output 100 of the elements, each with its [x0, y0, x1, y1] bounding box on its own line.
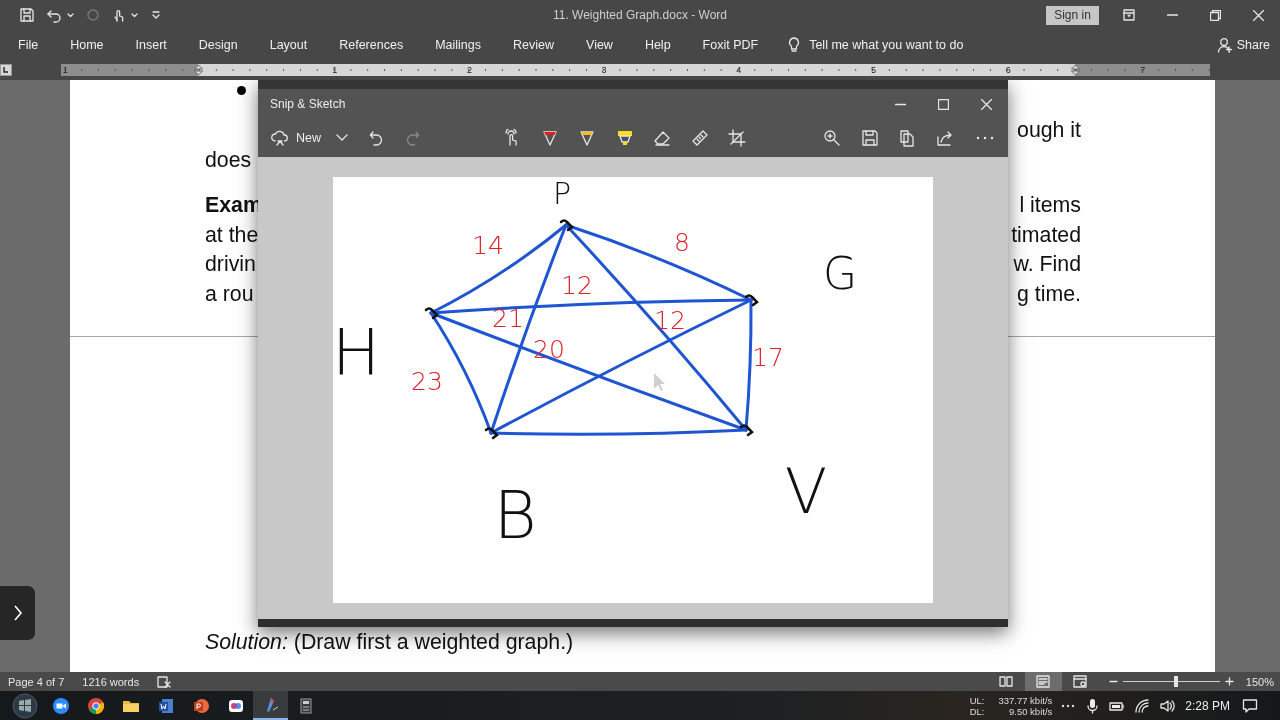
ruler-number: 1: [332, 65, 338, 75]
ribbon-tab[interactable]: Review: [497, 30, 570, 60]
ribbon-tab[interactable]: Design: [182, 30, 254, 60]
page-icon: [1035, 674, 1052, 689]
edge-weight: 17: [752, 342, 784, 372]
edge-weight: 8: [674, 227, 690, 257]
crop-icon[interactable]: [728, 129, 746, 147]
plus-icon[interactable]: [1224, 677, 1234, 686]
lightbulb-icon: [788, 37, 801, 53]
ruler-number: 5: [870, 65, 876, 75]
network-label: UL:: [969, 694, 985, 706]
body-text: a rou: [205, 280, 254, 308]
ribbon-tab[interactable]: Layout: [253, 30, 324, 60]
margin-marker-icon[interactable]: [193, 64, 203, 76]
edge-weight: 12: [654, 305, 686, 335]
new-snip-button[interactable]: New: [271, 129, 329, 147]
ribbon-display-icon[interactable]: [1123, 9, 1135, 21]
video-call-icon: [51, 696, 70, 715]
close-icon[interactable]: [1253, 9, 1264, 21]
edge-weight: 12: [561, 270, 593, 300]
close-icon[interactable]: [981, 98, 992, 110]
vertex-mark: [484, 427, 499, 440]
solution-text: Solution: (Draw first a weighted graph.): [205, 629, 574, 655]
wifi-icon[interactable]: [1134, 697, 1151, 714]
ruler-number: 2: [466, 65, 472, 75]
circle-logo-icon: [86, 696, 105, 715]
edge-weight: 14: [472, 230, 504, 260]
ribbon-tab[interactable]: Home: [54, 30, 120, 60]
bullet-icon: [237, 85, 246, 95]
ribbon-tab[interactable]: Insert: [119, 30, 183, 60]
vertex-mark: [739, 424, 754, 437]
network-label: DL:: [969, 705, 985, 717]
eraser-icon[interactable]: [653, 129, 671, 147]
save-icon[interactable]: [861, 129, 879, 147]
share-icon[interactable]: [936, 129, 954, 147]
print-layout-button[interactable]: [1024, 672, 1062, 691]
person-icon: [1216, 37, 1233, 53]
notification-icon[interactable]: [1242, 697, 1258, 714]
vertex-label: H: [333, 316, 381, 390]
undo-icon[interactable]: [369, 129, 383, 147]
presentation-app-icon: [191, 696, 210, 715]
copy-icon[interactable]: [898, 129, 916, 147]
maximize-icon[interactable]: [938, 98, 949, 110]
body-text: g time.: [1017, 280, 1081, 308]
ribbon-tab[interactable]: Foxit PDF: [686, 30, 775, 60]
restore-icon[interactable]: [1210, 9, 1221, 21]
save-icon[interactable]: [19, 7, 35, 23]
edge-weight: 21: [492, 303, 524, 333]
body-text: l items: [1019, 192, 1081, 220]
network-speed: 9.50 kbit/s: [1008, 705, 1053, 717]
body-text: at the: [205, 221, 259, 249]
body-text: drivin: [205, 251, 256, 279]
tell-me-search[interactable]: Tell me what you want to do: [788, 37, 964, 53]
pointer-icon: [654, 373, 665, 391]
ribbon-tab[interactable]: View: [570, 30, 629, 60]
zoom-in-icon[interactable]: [823, 129, 841, 147]
body-text: timated: [1011, 221, 1081, 249]
zoom-level[interactable]: 150%: [1245, 675, 1274, 688]
chevron-icon: [12, 604, 23, 622]
ruler-icon[interactable]: [690, 129, 709, 147]
clock[interactable]: 2:28 PM: [1185, 698, 1230, 713]
ribbon-tab[interactable]: Help: [628, 30, 687, 60]
highlighter-icon[interactable]: [615, 129, 634, 147]
vertex-label: B: [493, 476, 537, 554]
tab-stop-selector-icon[interactable]: [0, 64, 12, 76]
body-text: does: [205, 146, 252, 174]
book-icon: [998, 674, 1015, 689]
snip-icon: [271, 129, 289, 147]
word-count[interactable]: 1216 words: [82, 675, 140, 688]
ribbon-tab[interactable]: References: [323, 30, 420, 60]
web-page-icon: [1072, 674, 1089, 689]
vertex-mark: [559, 219, 574, 232]
body-text: w. Find: [1013, 251, 1081, 279]
margin-marker-icon[interactable]: [1070, 64, 1080, 76]
vertex-label: V: [784, 454, 828, 528]
sign-in-button[interactable]: Sign in: [1046, 5, 1099, 25]
vertex-label: P: [552, 177, 572, 211]
vertex-mark: [424, 307, 439, 320]
body-text: ough it: [1017, 117, 1081, 144]
ribbon-tab[interactable]: File: [2, 30, 55, 60]
edge-weight: 23: [411, 366, 443, 396]
network-speed: 337.77 kbit/s: [998, 694, 1053, 706]
pencil-icon[interactable]: [578, 129, 596, 147]
window-title: Snip & Sketch: [269, 97, 347, 111]
side-panel-toggle[interactable]: [0, 586, 35, 640]
vertex-label: G: [822, 247, 858, 299]
ruler-number: 4: [736, 65, 742, 75]
ruler-number: 7: [1140, 65, 1146, 75]
microphone-icon[interactable]: [1085, 697, 1101, 714]
window-title: 11. Weighted Graph.docx - Word: [552, 8, 728, 22]
slider-thumb[interactable]: [1174, 676, 1179, 687]
ribbon-tab[interactable]: Mailings: [419, 30, 497, 60]
share-button[interactable]: Share: [1216, 37, 1270, 53]
start-orb-icon[interactable]: [12, 692, 38, 719]
ruler-number: 6: [1005, 65, 1011, 75]
ruler-number: 3: [601, 65, 607, 75]
edge-weight: 20: [533, 334, 565, 364]
page-count[interactable]: Page 4 of 7: [8, 675, 65, 688]
proofing-icon[interactable]: [157, 675, 172, 688]
document-app-icon: [156, 696, 175, 715]
